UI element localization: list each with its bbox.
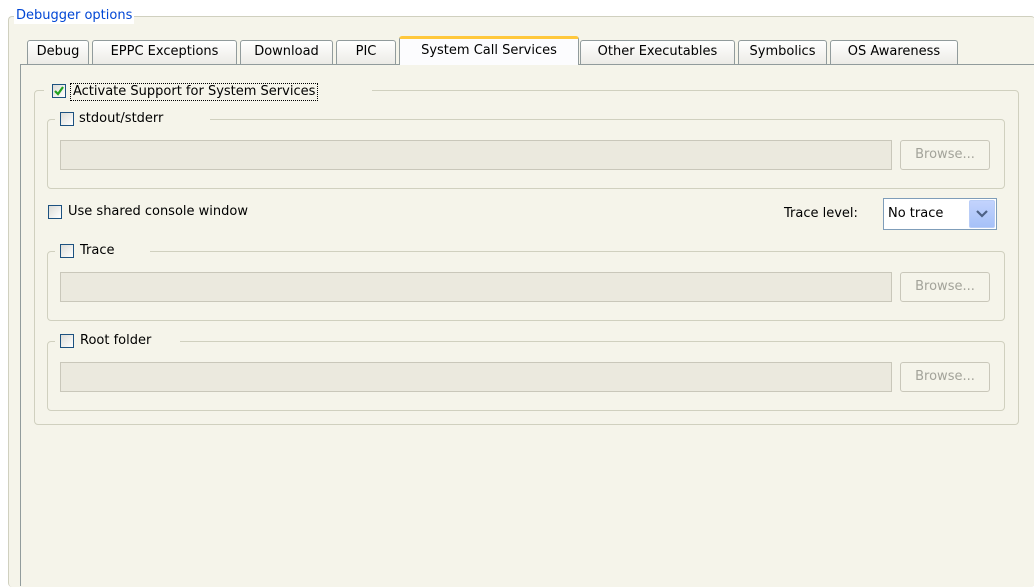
stdout-browse-button[interactable]: Browse...: [900, 140, 990, 170]
root-folder-label[interactable]: Root folder: [80, 333, 155, 349]
stdout-checkbox[interactable]: [60, 112, 74, 126]
trace-path-field[interactable]: [60, 272, 892, 302]
trace-level-value: No trace: [888, 206, 944, 221]
root-folder-browse-button[interactable]: Browse...: [900, 362, 990, 392]
shared-console-checkbox[interactable]: [48, 205, 62, 219]
debugger-options-panel: Debugger options Debug EPPC Exceptions D…: [0, 0, 1034, 587]
stdout-label[interactable]: stdout/stderr: [79, 111, 167, 127]
trace-checkbox[interactable]: [60, 244, 74, 258]
tab-debug[interactable]: Debug: [27, 40, 89, 64]
debugger-options-title: Debugger options: [14, 8, 135, 24]
trace-level-label: Trace level:: [784, 206, 861, 222]
chevron-down-icon[interactable]: [969, 200, 995, 228]
activate-support-checkbox[interactable]: [52, 84, 66, 98]
tab-other-executables[interactable]: Other Executables: [580, 40, 735, 64]
tab-pic[interactable]: PIC: [336, 40, 396, 64]
trace-label[interactable]: Trace: [80, 243, 118, 259]
root-folder-path-field[interactable]: [60, 362, 892, 392]
root-folder-checkbox[interactable]: [60, 334, 74, 348]
shared-console-label[interactable]: Use shared console window: [68, 204, 251, 220]
tab-download[interactable]: Download: [240, 40, 333, 64]
tab-system-call-services[interactable]: System Call Services: [399, 36, 579, 65]
trace-level-select[interactable]: No trace: [883, 198, 997, 230]
stdout-path-field[interactable]: [60, 140, 892, 170]
tab-eppc-exceptions[interactable]: EPPC Exceptions: [92, 40, 237, 64]
tab-os-awareness[interactable]: OS Awareness: [830, 40, 958, 64]
checkmark-icon: [54, 86, 64, 96]
trace-browse-button[interactable]: Browse...: [900, 272, 990, 302]
tab-symbolics[interactable]: Symbolics: [738, 40, 827, 64]
activate-support-label[interactable]: Activate Support for System Services: [70, 83, 319, 101]
